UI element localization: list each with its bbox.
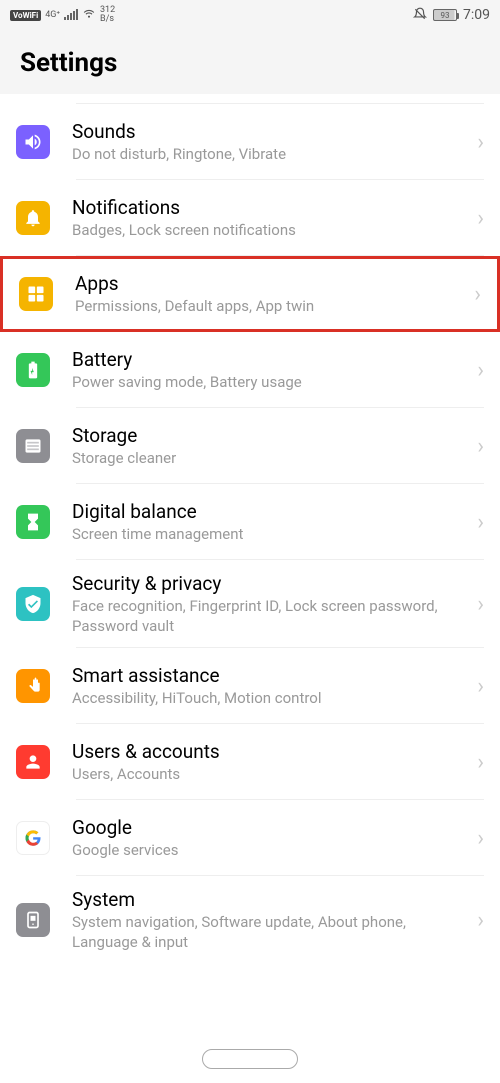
chevron-right-icon: ›: [469, 206, 484, 231]
settings-item-digital-balance[interactable]: Digital balanceScreen time management›: [0, 484, 500, 560]
item-subtitle: Do not disturb, Ringtone, Vibrate: [72, 145, 469, 165]
partial-row-top: [76, 94, 484, 104]
item-title: Storage: [72, 424, 469, 447]
item-text: Security & privacyFace recognition, Fing…: [72, 572, 469, 636]
item-title: Battery: [72, 348, 469, 371]
settings-item-storage[interactable]: StorageStorage cleaner›: [0, 408, 500, 484]
item-subtitle: Google services: [72, 841, 469, 861]
nav-pill[interactable]: [202, 1049, 298, 1069]
signal-icon: [64, 10, 78, 20]
page-header: Settings: [0, 30, 500, 94]
apps-icon: [19, 277, 53, 311]
item-text: SystemSystem navigation, Software update…: [72, 888, 469, 952]
item-title: Users & accounts: [72, 740, 469, 763]
network-type: 4G⁺: [45, 10, 60, 20]
person-icon: [16, 745, 50, 779]
item-text: Smart assistanceAccessibility, HiTouch, …: [72, 664, 469, 709]
item-text: AppsPermissions, Default apps, App twin: [75, 272, 466, 317]
settings-item-security[interactable]: Security & privacyFace recognition, Fing…: [0, 560, 500, 648]
page-title: Settings: [20, 48, 480, 78]
wifi-icon: [82, 6, 96, 24]
item-subtitle: Power saving mode, Battery usage: [72, 373, 469, 393]
item-subtitle: Badges, Lock screen notifications: [72, 221, 469, 241]
item-title: Digital balance: [72, 500, 469, 523]
clock: 7:09: [463, 7, 490, 23]
system-icon: [16, 903, 50, 937]
data-speed: 312 B/s: [100, 6, 115, 24]
settings-item-battery[interactable]: BatteryPower saving mode, Battery usage›: [0, 332, 500, 408]
sound-icon: [16, 125, 50, 159]
item-subtitle: Accessibility, HiTouch, Motion control: [72, 689, 469, 709]
chevron-right-icon: ›: [469, 130, 484, 155]
item-text: StorageStorage cleaner: [72, 424, 469, 469]
chevron-right-icon: ›: [469, 750, 484, 775]
item-title: Google: [72, 816, 469, 839]
chevron-right-icon: ›: [469, 434, 484, 459]
settings-item-system[interactable]: SystemSystem navigation, Software update…: [0, 876, 500, 964]
item-title: Security & privacy: [72, 572, 469, 595]
storage-icon: [16, 429, 50, 463]
settings-item-notifications[interactable]: NotificationsBadges, Lock screen notific…: [0, 180, 500, 256]
google-icon: [16, 821, 50, 855]
chevron-right-icon: ›: [466, 282, 481, 307]
status-bar: VoWiFi 4G⁺ 312 B/s 93 7:09: [0, 0, 500, 30]
battery-icon: 93: [433, 9, 457, 21]
vowifi-badge: VoWiFi: [10, 10, 41, 21]
chevron-right-icon: ›: [469, 358, 484, 383]
item-subtitle: Screen time management: [72, 525, 469, 545]
item-title: Apps: [75, 272, 466, 295]
chevron-right-icon: ›: [469, 674, 484, 699]
chevron-right-icon: ›: [469, 826, 484, 851]
settings-item-users[interactable]: Users & accountsUsers, Accounts›: [0, 724, 500, 800]
chevron-right-icon: ›: [469, 510, 484, 535]
item-subtitle: System navigation, Software update, Abou…: [72, 913, 469, 952]
item-text: BatteryPower saving mode, Battery usage: [72, 348, 469, 393]
settings-list: SoundsDo not disturb, Ringtone, Vibrate›…: [0, 104, 500, 964]
item-text: GoogleGoogle services: [72, 816, 469, 861]
item-title: Smart assistance: [72, 664, 469, 687]
bell-icon: [16, 201, 50, 235]
item-title: System: [72, 888, 469, 911]
battery-icon: [16, 353, 50, 387]
hourglass-icon: [16, 505, 50, 539]
settings-item-smart-assistance[interactable]: Smart assistanceAccessibility, HiTouch, …: [0, 648, 500, 724]
chevron-right-icon: ›: [469, 908, 484, 933]
item-subtitle: Users, Accounts: [72, 765, 469, 785]
item-subtitle: Face recognition, Fingerprint ID, Lock s…: [72, 597, 469, 636]
item-text: Digital balanceScreen time management: [72, 500, 469, 545]
item-text: Users & accountsUsers, Accounts: [72, 740, 469, 785]
item-title: Notifications: [72, 196, 469, 219]
item-subtitle: Storage cleaner: [72, 449, 469, 469]
chevron-right-icon: ›: [469, 592, 484, 617]
item-title: Sounds: [72, 120, 469, 143]
item-text: NotificationsBadges, Lock screen notific…: [72, 196, 469, 241]
dnd-icon: [413, 7, 427, 24]
item-subtitle: Permissions, Default apps, App twin: [75, 297, 466, 317]
settings-item-sounds[interactable]: SoundsDo not disturb, Ringtone, Vibrate›: [0, 104, 500, 180]
item-text: SoundsDo not disturb, Ringtone, Vibrate: [72, 120, 469, 165]
shield-icon: [16, 587, 50, 621]
settings-item-apps[interactable]: AppsPermissions, Default apps, App twin›: [0, 256, 500, 332]
hand-icon: [16, 669, 50, 703]
settings-item-google[interactable]: GoogleGoogle services›: [0, 800, 500, 876]
